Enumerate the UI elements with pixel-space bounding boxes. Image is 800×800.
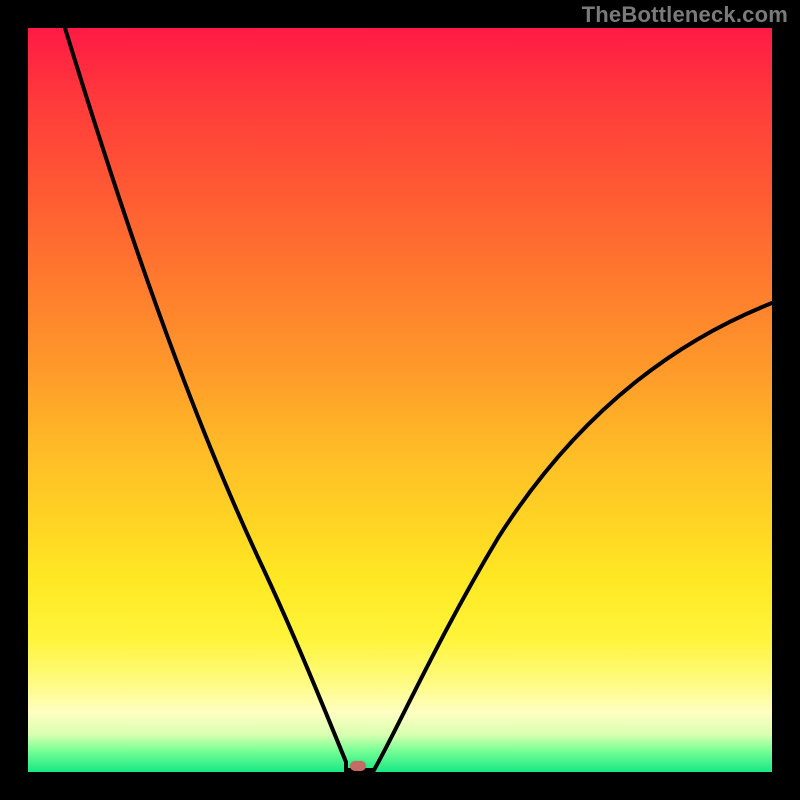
chart-frame: TheBottleneck.com: [0, 0, 800, 800]
plot-area: [28, 28, 772, 772]
watermark-text: TheBottleneck.com: [582, 2, 788, 28]
optimal-point-marker: [350, 761, 366, 771]
bottleneck-curve: [28, 28, 772, 772]
